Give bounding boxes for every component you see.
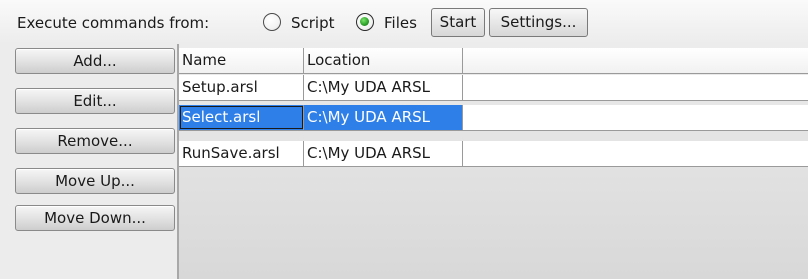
table-row[interactable]: RunSave.arsl C:\My UDA ARSL: [179, 141, 808, 167]
table-header: Name Location: [179, 48, 808, 74]
files-radio-label[interactable]: Files: [384, 14, 417, 32]
row-location-cell[interactable]: C:\My UDA ARSL: [304, 75, 463, 100]
table-row[interactable]: Setup.arsl C:\My UDA ARSL: [179, 75, 808, 101]
files-radio[interactable]: [356, 13, 374, 31]
table-row-selected[interactable]: Select.arsl C:\My UDA ARSL: [179, 105, 808, 131]
column-header-name[interactable]: Name: [179, 48, 304, 73]
start-button[interactable]: Start: [431, 8, 485, 37]
row-name-cell[interactable]: RunSave.arsl: [179, 141, 304, 166]
settings-button[interactable]: Settings...: [489, 8, 588, 37]
row-name-cell[interactable]: Select.arsl: [179, 105, 304, 130]
row-location-cell[interactable]: C:\My UDA ARSL: [304, 141, 463, 166]
row-location-cell[interactable]: C:\My UDA ARSL: [304, 105, 463, 130]
command-sidebar: Add... Edit... Remove... Move Up... Move…: [0, 44, 177, 279]
edit-button[interactable]: Edit...: [15, 88, 175, 114]
script-radio-label[interactable]: Script: [291, 14, 335, 32]
execute-commands-label: Execute commands from:: [17, 14, 210, 32]
move-up-button[interactable]: Move Up...: [15, 168, 175, 194]
toolbar: Execute commands from: Script Files Star…: [0, 0, 808, 44]
script-radio[interactable]: [263, 13, 281, 31]
move-down-button[interactable]: Move Down...: [15, 205, 175, 231]
remove-button[interactable]: Remove...: [15, 128, 175, 154]
row-name-cell[interactable]: Setup.arsl: [179, 75, 304, 100]
add-button[interactable]: Add...: [15, 48, 175, 74]
column-header-location[interactable]: Location: [304, 48, 463, 73]
